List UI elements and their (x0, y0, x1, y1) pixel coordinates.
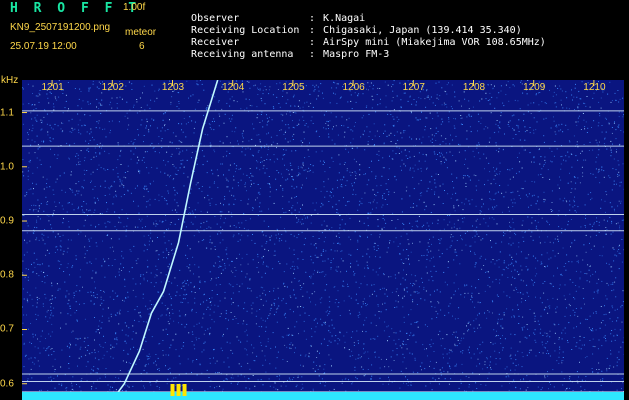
spectrogram: 1201 1202 1203 1204 1205 1206 1207 1208 1209 1210 (22, 80, 624, 400)
file-name: KN9_2507191200.png (10, 22, 111, 33)
y-tick-label: 0.6 (0, 378, 14, 390)
y-axis: 1.1 1.0 0.9 0.8 0.7 0.6 (0, 80, 22, 400)
version-label: 1.00f (123, 2, 146, 13)
x-tick-label: 1210 (583, 82, 606, 93)
x-tick-label: 1201 (41, 82, 64, 93)
y-tick-label: 0.7 (0, 323, 14, 335)
meta-value: Maspro FM-3 (323, 49, 390, 60)
y-tick-label: 1.1 (0, 107, 14, 119)
x-tick-label: 1205 (282, 82, 305, 93)
date-time: 25.07.19 12:00 (10, 41, 77, 52)
x-tick-label: 1206 (342, 82, 365, 93)
meta-sep: : (309, 49, 316, 60)
x-tick-label: 1207 (403, 82, 426, 93)
meteor-burst (176, 384, 181, 396)
x-tick-label: 1202 (102, 82, 125, 93)
app-title: H R O F F T (10, 1, 141, 16)
meteor-burst (182, 384, 187, 396)
y-tick-label: 0.9 (0, 215, 14, 227)
meta-row-antenna: Receiving antenna: Maspro FM-3 (179, 40, 389, 60)
signal-floor (22, 392, 624, 400)
y-tick-label: 1.0 (0, 161, 14, 173)
meta-key: Receiving antenna (191, 49, 294, 60)
x-tick-label: 1203 (162, 82, 185, 93)
meteor-label: meteor (125, 27, 157, 38)
x-tick-label: 1208 (463, 82, 486, 93)
meteor-count: 6 (139, 41, 145, 52)
y-tick-label: 0.8 (0, 269, 14, 281)
x-tick-label: 1204 (222, 82, 245, 93)
meteor-burst (170, 384, 175, 396)
x-tick-label: 1209 (523, 82, 546, 93)
